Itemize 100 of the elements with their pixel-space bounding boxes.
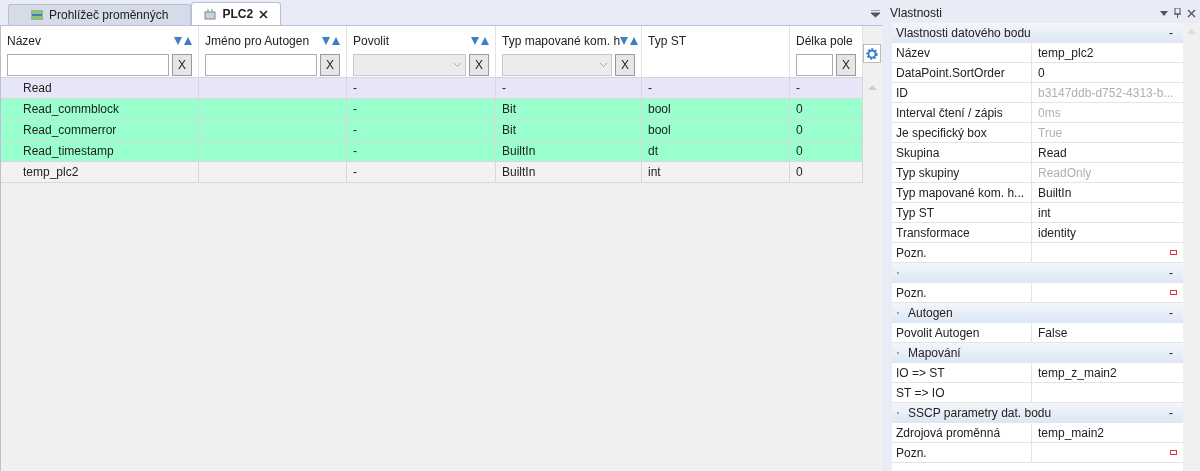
filter-field[interactable]	[796, 54, 833, 76]
table-cell-text: -	[353, 80, 357, 97]
property-name: Název	[896, 44, 930, 62]
table-cell-text: -	[353, 122, 357, 139]
clear-filter-button[interactable]: X	[615, 54, 635, 76]
table-cell-text: Read	[23, 80, 52, 97]
property-value[interactable]: BuiltIn	[1038, 183, 1072, 202]
table-cell-text: -	[353, 101, 357, 118]
table-cell-text: Read_commblock	[23, 101, 120, 118]
note-marker-icon[interactable]	[1170, 290, 1177, 295]
property-value[interactable]: identity	[1038, 223, 1077, 242]
collapse-toggle[interactable]: -	[1169, 264, 1173, 282]
section-header[interactable]: -	[892, 263, 1183, 283]
property-name: Povolit Autogen	[896, 324, 980, 342]
table-row[interactable]: Read_commblock - Bit bool 0	[1, 99, 863, 120]
property-value[interactable]: temp_main2	[1038, 423, 1105, 442]
column-settings-button[interactable]	[863, 44, 881, 63]
collapse-toggle[interactable]: -	[1169, 344, 1173, 362]
gear-icon	[865, 46, 879, 61]
collapse-toggle[interactable]: -	[1169, 24, 1173, 42]
filter-field[interactable]	[205, 54, 317, 76]
sort-arrows-icon[interactable]	[322, 36, 340, 46]
pin-icon[interactable]	[1174, 8, 1181, 18]
section-title: Vlastnosti datového bodu	[896, 25, 1031, 42]
close-icon[interactable]	[1187, 8, 1196, 18]
table-cell-text: bool	[648, 101, 671, 118]
property-name: DataPoint.SortOrder	[896, 64, 1005, 82]
clear-filter-button[interactable]: X	[469, 54, 489, 76]
device-icon	[204, 8, 217, 20]
clear-filter-button[interactable]: X	[836, 54, 856, 76]
property-value[interactable]: 0	[1038, 63, 1045, 82]
panel-title: Vlastnosti	[890, 5, 944, 22]
chevron-down-icon	[454, 63, 461, 67]
scrollbar[interactable]	[1183, 23, 1200, 471]
property-value[interactable]: temp_plc2	[1038, 43, 1094, 62]
property-value[interactable]: int	[1038, 203, 1051, 222]
table-row[interactable]: Read_commerror - Bit bool 0	[1, 120, 863, 141]
collapse-toggle[interactable]: -	[1169, 404, 1173, 422]
property-name: Typ skupiny	[896, 164, 960, 182]
property-name: IO => ST	[896, 364, 945, 382]
clear-filter-button[interactable]: X	[320, 54, 340, 76]
table-row[interactable]: Read - - - -	[1, 78, 863, 99]
close-icon[interactable]	[259, 9, 269, 19]
table-cell-text: 0	[796, 143, 803, 160]
table-cell-text: temp_plc2	[23, 164, 79, 181]
table-cell-text: -	[353, 143, 357, 160]
column-header: Jméno pro Autogen	[205, 33, 310, 50]
sort-arrows-icon[interactable]	[471, 36, 489, 46]
sort-arrows-icon[interactable]	[620, 36, 639, 46]
property-name: Transformace	[896, 224, 970, 242]
column-header: Délka pole	[796, 33, 853, 50]
property-name: Typ ST	[896, 204, 934, 222]
table-row[interactable]: Read_timestamp - BuiltIn dt 0	[1, 141, 863, 162]
collapse-toggle[interactable]: -	[1169, 304, 1173, 322]
table-cell-text: BuiltIn	[502, 164, 536, 181]
property-name: Skupina	[896, 144, 940, 162]
list-icon	[31, 10, 43, 20]
table-cell-text: BuiltIn	[502, 143, 536, 160]
column-header: Povolit	[353, 33, 390, 50]
sort-arrows-icon[interactable]	[174, 36, 192, 46]
section-header[interactable]: Mapování -	[892, 343, 1183, 363]
filter-field[interactable]	[7, 54, 169, 76]
document-tab[interactable]: PLC2	[191, 2, 282, 25]
property-name: Pozn.	[896, 444, 927, 462]
section-title: Mapování	[908, 345, 961, 362]
dropdown-icon[interactable]	[1160, 10, 1168, 16]
table-cell-text: int	[648, 164, 661, 181]
section-title: Autogen	[908, 305, 953, 322]
clear-filter-button[interactable]: X	[172, 54, 192, 76]
table-cell-text: bool	[648, 122, 671, 139]
chevron-down-icon	[600, 63, 607, 67]
table-cell-text: Read_timestamp	[23, 143, 114, 160]
table-cell-text: 0	[796, 101, 803, 118]
table-cell-text: Bit	[502, 122, 516, 139]
column-header: Typ mapované kom. h	[502, 33, 621, 50]
property-name: ST => IO	[896, 384, 945, 402]
property-name: Pozn.	[896, 244, 927, 262]
column-header: Typ ST	[648, 33, 686, 50]
table-cell-text: dt	[648, 143, 658, 160]
section-header[interactable]: SSCP parametry dat. bodu -	[892, 403, 1183, 423]
note-marker-icon[interactable]	[1170, 450, 1177, 455]
section-header[interactable]: Autogen -	[892, 303, 1183, 323]
property-name: Zdrojová proměnná	[896, 424, 1001, 442]
table-cell-text: -	[648, 80, 652, 97]
property-value[interactable]: False	[1038, 323, 1068, 342]
property-value[interactable]: temp_z_main2	[1038, 363, 1117, 382]
section-header[interactable]: Vlastnosti datového bodu -	[892, 23, 1183, 43]
table-cell-text: 0	[796, 122, 803, 139]
property-name: ID	[896, 84, 908, 102]
property-name: Je specifický box	[896, 124, 987, 142]
section-title: SSCP parametry dat. bodu	[908, 405, 1052, 422]
document-tab[interactable]: Prohlížeč proměnných	[8, 4, 192, 25]
property-value[interactable]: Read	[1038, 143, 1067, 162]
table-cell-text: -	[796, 80, 800, 97]
table-cell-text: Bit	[502, 101, 516, 118]
property-name: Typ mapované kom. h...	[896, 184, 1025, 202]
dropdown-menu-icon[interactable]	[871, 10, 880, 18]
tab-label: Prohlížeč proměnných	[49, 7, 169, 24]
note-marker-icon[interactable]	[1170, 250, 1177, 255]
table-row[interactable]: temp_plc2 - BuiltIn int 0	[1, 162, 863, 183]
